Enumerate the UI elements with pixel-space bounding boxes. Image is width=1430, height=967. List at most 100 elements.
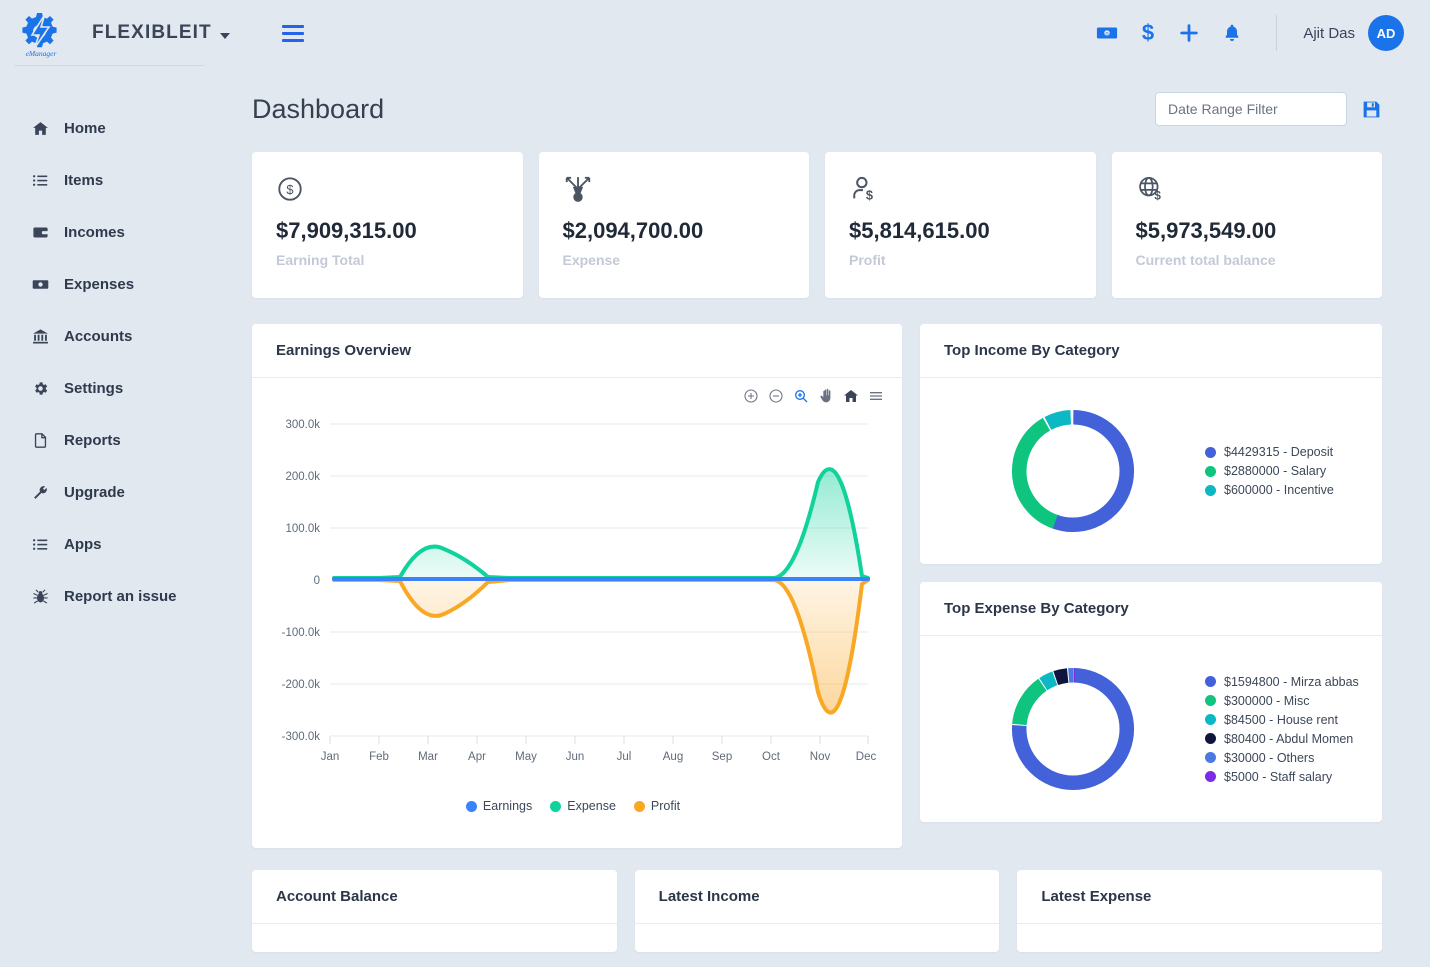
zoom-out-icon[interactable] bbox=[768, 388, 784, 404]
legend-label: $600000 - Incentive bbox=[1224, 483, 1334, 497]
legend-dot bbox=[1205, 714, 1216, 725]
legend-item-deposit[interactable]: $4429315 - Deposit bbox=[1205, 445, 1334, 459]
logo-caption: eManager bbox=[26, 49, 57, 58]
wrench-icon bbox=[30, 484, 50, 501]
sidebar-item-settings[interactable]: Settings bbox=[0, 362, 222, 414]
legend-item-others[interactable]: $30000 - Others bbox=[1205, 751, 1359, 765]
sidebar-item-label: Home bbox=[64, 120, 106, 137]
plus-icon[interactable] bbox=[1178, 22, 1200, 44]
hamburger-menu-icon[interactable] bbox=[282, 25, 304, 42]
sidebar-item-report-an-issue[interactable]: Report an issue bbox=[0, 570, 222, 622]
panel-title: Earnings Overview bbox=[252, 324, 902, 378]
legend-item-house-rent[interactable]: $84500 - House rent bbox=[1205, 713, 1359, 727]
donut-segment-staff-salary[interactable] bbox=[1019, 675, 1127, 783]
legend-dot bbox=[1205, 695, 1216, 706]
legend-label: $300000 - Misc bbox=[1224, 694, 1309, 708]
earnings-chart: 300.0k 200.0k 100.0k 0 -100.0k -200.0k -… bbox=[252, 378, 902, 848]
income-legend: $4429315 - Deposit $2880000 - Salary $60… bbox=[1205, 445, 1334, 497]
zoom-in-icon[interactable] bbox=[743, 388, 759, 404]
legend-item-abdul-momen[interactable]: $80400 - Abdul Momen bbox=[1205, 732, 1359, 746]
date-range-filter-input[interactable] bbox=[1155, 92, 1347, 126]
sidebar-item-items[interactable]: Items bbox=[0, 154, 222, 206]
legend-dot bbox=[1205, 447, 1216, 458]
legend-dot bbox=[1205, 466, 1216, 477]
legend-dot bbox=[466, 801, 477, 812]
legend-item-expense[interactable]: Expense bbox=[550, 799, 616, 813]
bottom-panels-row: Account Balance Latest Income Latest Exp… bbox=[252, 870, 1382, 952]
svg-text:$: $ bbox=[1142, 21, 1154, 45]
sidebar-item-label: Upgrade bbox=[64, 484, 125, 501]
top-income-body: $4429315 - Deposit $2880000 - Salary $60… bbox=[920, 378, 1382, 564]
svg-text:Jan: Jan bbox=[321, 751, 340, 763]
latest-expense-body bbox=[1017, 924, 1382, 952]
header-divider bbox=[1276, 15, 1277, 51]
sidebar-item-reports[interactable]: Reports bbox=[0, 414, 222, 466]
legend-item-profit[interactable]: Profit bbox=[634, 799, 680, 813]
sidebar-item-label: Report an issue bbox=[64, 588, 177, 605]
legend-dot bbox=[1205, 752, 1216, 763]
gear-icon bbox=[30, 380, 50, 397]
sidebar-item-incomes[interactable]: Incomes bbox=[0, 206, 222, 258]
legend-label: $1594800 - Mirza abbas bbox=[1224, 675, 1359, 689]
stats-cards: $ $7,909,315.00 Earning Total $2,094, bbox=[252, 152, 1382, 298]
brand-dropdown[interactable]: FLEXIBLEIT bbox=[92, 22, 230, 44]
panel-title: Account Balance bbox=[252, 870, 617, 924]
legend-dot bbox=[1205, 676, 1216, 687]
legend-label: $4429315 - Deposit bbox=[1224, 445, 1333, 459]
legend-item-incentive[interactable]: $600000 - Incentive bbox=[1205, 483, 1334, 497]
stat-value: $2,094,700.00 bbox=[563, 218, 786, 244]
chart-toolbar bbox=[743, 388, 884, 404]
svg-text:-100.0k: -100.0k bbox=[282, 627, 321, 639]
bank-icon bbox=[30, 328, 50, 345]
stat-card-profit: $ $5,814,615.00 Profit bbox=[825, 152, 1096, 298]
bell-icon[interactable] bbox=[1222, 22, 1242, 44]
svg-text:Jul: Jul bbox=[617, 751, 632, 763]
sidebar-item-apps[interactable]: Apps bbox=[0, 518, 222, 570]
legend-dot bbox=[1205, 771, 1216, 782]
donut-segment-incentive[interactable] bbox=[1019, 417, 1127, 525]
globe-dollar-icon: $ bbox=[1136, 174, 1359, 204]
legend-item-earnings[interactable]: Earnings bbox=[466, 799, 532, 813]
legend-item-misc[interactable]: $300000 - Misc bbox=[1205, 694, 1359, 708]
menu-icon[interactable] bbox=[868, 388, 884, 404]
home-reset-icon[interactable] bbox=[843, 388, 859, 404]
home-icon bbox=[30, 120, 50, 137]
legend-label: Expense bbox=[567, 799, 616, 813]
sidebar-item-accounts[interactable]: Accounts bbox=[0, 310, 222, 362]
sidebar-item-label: Settings bbox=[64, 380, 123, 397]
dollar-sign-icon[interactable]: $ bbox=[1140, 21, 1156, 45]
svg-text:Jun: Jun bbox=[566, 751, 585, 763]
svg-text:200.0k: 200.0k bbox=[285, 471, 320, 483]
legend-item-salary[interactable]: $2880000 - Salary bbox=[1205, 464, 1334, 478]
page-header: Dashboard bbox=[252, 92, 1382, 126]
sidebar-item-expenses[interactable]: Expenses bbox=[0, 258, 222, 310]
account-balance-body bbox=[252, 924, 617, 952]
sidebar-item-label: Reports bbox=[64, 432, 121, 449]
income-donut-chart bbox=[940, 400, 1205, 542]
save-floppy-icon[interactable] bbox=[1361, 99, 1382, 120]
expense-legend: $1594800 - Mirza abbas $300000 - Misc $8… bbox=[1205, 675, 1359, 784]
user-name: Ajit Das bbox=[1303, 25, 1355, 42]
legend-label: $84500 - House rent bbox=[1224, 713, 1338, 727]
app-logo[interactable]: eManager bbox=[8, 7, 74, 59]
header-actions: 0 $ Ajit Das AD bbox=[1096, 15, 1430, 51]
top-expense-body: $1594800 - Mirza abbas $300000 - Misc $8… bbox=[920, 636, 1382, 822]
svg-text:Dec: Dec bbox=[856, 751, 876, 763]
svg-text:-200.0k: -200.0k bbox=[282, 679, 321, 691]
chart-legend: Earnings Expense Profit bbox=[262, 799, 884, 813]
sidebar-item-home[interactable]: Home bbox=[0, 102, 222, 154]
svg-text:Aug: Aug bbox=[663, 751, 683, 763]
money-bill-icon[interactable]: 0 bbox=[1096, 22, 1118, 44]
pan-icon[interactable] bbox=[818, 388, 834, 404]
sidebar-item-upgrade[interactable]: Upgrade bbox=[0, 466, 222, 518]
dollar-circle-icon: $ bbox=[276, 174, 499, 204]
stat-card-expense: $2,094,700.00 Expense bbox=[539, 152, 810, 298]
legend-item-staff-salary[interactable]: $5000 - Staff salary bbox=[1205, 770, 1359, 784]
avatar[interactable]: AD bbox=[1368, 15, 1404, 51]
selection-zoom-icon[interactable] bbox=[793, 388, 809, 404]
user-dollar-icon: $ bbox=[849, 174, 1072, 204]
expense-donut-chart bbox=[940, 658, 1205, 800]
legend-item-mirza-abbas[interactable]: $1594800 - Mirza abbas bbox=[1205, 675, 1359, 689]
sidebar-item-label: Apps bbox=[64, 536, 102, 553]
chevron-down-icon bbox=[220, 33, 230, 39]
